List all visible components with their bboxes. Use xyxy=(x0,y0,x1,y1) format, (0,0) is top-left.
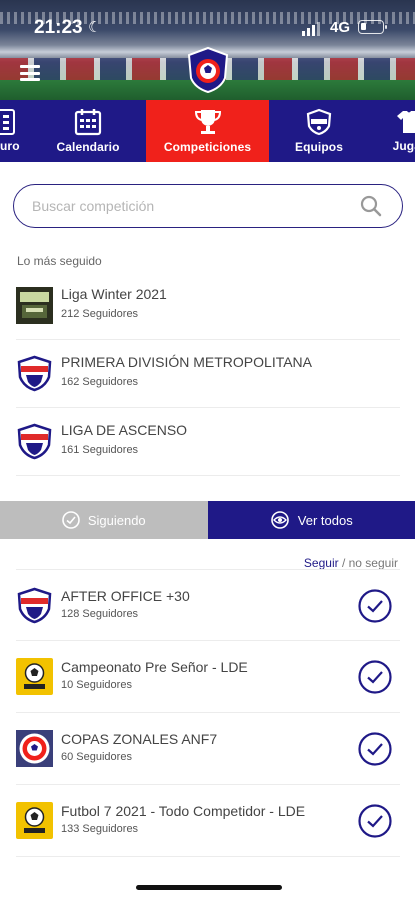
eye-icon xyxy=(270,511,289,529)
tab-label: uro xyxy=(0,139,20,153)
follow-check-icon[interactable] xyxy=(358,660,392,694)
view-all-label: Ver todos xyxy=(297,512,353,528)
list-item[interactable]: AFTER OFFICE +30 128 Seguidores xyxy=(16,569,400,641)
list-item[interactable]: Liga Winter 2021 212 Seguidores xyxy=(16,272,400,340)
followers-count: 10 Seguidores xyxy=(61,679,132,691)
search-input[interactable] xyxy=(32,185,352,226)
view-all-button[interactable]: Ver todos xyxy=(207,501,415,539)
follow-check-icon[interactable] xyxy=(358,732,392,766)
app-header: 21:23 ☾ 4G xyxy=(0,0,415,100)
battery-icon xyxy=(358,20,387,34)
tab-partial-right[interactable]: Juga xyxy=(369,100,415,162)
shield-logo xyxy=(17,423,52,460)
follow-check-icon[interactable] xyxy=(358,804,392,838)
follow-hint-separator: / xyxy=(338,556,349,570)
list-item[interactable]: Campeonato Pre Señor - LDE 10 Seguidores xyxy=(16,641,400,713)
check-circle-icon xyxy=(62,511,80,529)
shield-logo xyxy=(17,355,52,392)
followers-count: 161 Seguidores xyxy=(61,444,139,456)
trophy-icon xyxy=(194,110,221,134)
list-item[interactable]: PRIMERA DIVISIÓN METROPOLITANA 162 Segui… xyxy=(16,340,400,408)
category-tab-bar: uro Calendario Competiciones Equipos Jug xyxy=(0,100,415,162)
list-item[interactable]: LIGA DE ASCENSO 161 Seguidores xyxy=(16,408,400,476)
tab-label: Calendario xyxy=(56,140,120,154)
following-label: Siguiendo xyxy=(87,512,146,528)
team-badge-icon xyxy=(306,108,332,136)
network-type: 4G xyxy=(330,19,351,36)
follow-filter-toggle: Siguiendo Ver todos xyxy=(0,501,415,539)
competition-name: Liga Winter 2021 xyxy=(61,286,167,302)
follow-hint: Seguir / no seguir xyxy=(304,556,398,570)
ball-logo xyxy=(16,658,53,695)
competition-name: AFTER OFFICE +30 xyxy=(61,588,190,604)
moon-icon: ☾ xyxy=(88,19,102,36)
followers-count: 133 Seguidores xyxy=(61,823,139,835)
competition-name: PRIMERA DIVISIÓN METROPOLITANA xyxy=(61,354,313,370)
followers-count: 162 Seguidores xyxy=(61,376,139,388)
competition-name: Futbol 7 2021 - Todo Competidor - LDE xyxy=(61,803,306,819)
tab-calendario[interactable]: Calendario xyxy=(30,100,146,162)
tab-competiciones[interactable]: Competiciones xyxy=(146,100,269,162)
calendar-icon xyxy=(74,109,102,136)
shield-logo xyxy=(17,587,52,624)
competition-name: Campeonato Pre Señor - LDE xyxy=(61,659,248,675)
ball-logo xyxy=(16,802,53,839)
calculator-icon xyxy=(0,109,15,135)
home-indicator[interactable] xyxy=(136,885,282,890)
follow-check-icon[interactable] xyxy=(358,589,392,623)
follow-hint-unfollow: no seguir xyxy=(348,556,398,570)
federation-logo xyxy=(16,730,53,767)
tab-partial-left[interactable]: uro xyxy=(0,100,30,162)
followers-count: 212 Seguidores xyxy=(61,308,139,320)
signal-icon xyxy=(302,22,320,36)
liga-winter-thumb xyxy=(16,287,53,324)
search-bar xyxy=(13,184,403,228)
federation-logo xyxy=(187,46,229,94)
followers-count: 128 Seguidores xyxy=(61,608,139,620)
tab-label: Juga xyxy=(392,139,415,153)
list-item[interactable]: COPAS ZONALES ANF7 60 Seguidores xyxy=(16,713,400,785)
following-button[interactable]: Siguiendo xyxy=(0,501,208,539)
hamburger-menu-icon[interactable] xyxy=(20,65,40,81)
jersey-icon xyxy=(397,111,415,133)
competition-name: COPAS ZONALES ANF7 xyxy=(61,731,218,747)
tab-equipos[interactable]: Equipos xyxy=(269,100,369,162)
list-item[interactable]: Futbol 7 2021 - Todo Competidor - LDE 13… xyxy=(16,785,400,857)
followers-count: 60 Seguidores xyxy=(61,751,132,763)
status-time: 21:23 xyxy=(34,17,83,38)
most-followed-heading: Lo más seguido xyxy=(17,254,102,268)
follow-hint-follow: Seguir xyxy=(303,556,339,570)
tab-label: Competiciones xyxy=(163,140,252,154)
competition-name: LIGA DE ASCENSO xyxy=(61,422,188,438)
search-icon[interactable] xyxy=(360,195,382,217)
tab-label: Equipos xyxy=(294,140,344,154)
